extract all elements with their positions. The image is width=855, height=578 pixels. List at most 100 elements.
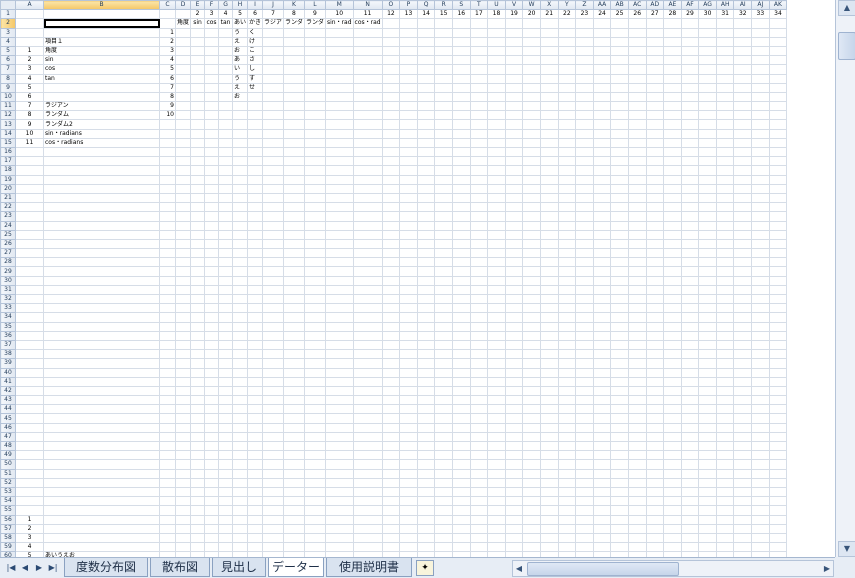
cell-m56[interactable] [324,514,354,525]
cell-z12[interactable] [575,110,594,121]
scroll-right-icon[interactable]: ▶ [821,561,833,576]
cell-ab19[interactable] [610,174,629,185]
cell-w5[interactable] [522,45,541,57]
cell-x36[interactable] [539,330,559,341]
cell-u46[interactable] [487,422,506,433]
cell-aj40[interactable] [751,367,770,378]
cell-i55[interactable] [247,505,264,516]
cell-ad57[interactable] [645,523,665,534]
cell-j40[interactable] [262,367,284,378]
cell-a39[interactable] [15,358,44,369]
cell-l46[interactable] [303,422,326,433]
column-header-ak[interactable]: AK [768,0,788,11]
cell-n30[interactable] [352,275,383,286]
cell-b44[interactable] [43,404,160,415]
cell-ab44[interactable] [610,404,629,415]
cell-s52[interactable] [451,477,471,488]
row-header[interactable]: 26 [0,238,16,250]
cell-w37[interactable] [522,339,541,351]
cell-r25[interactable] [434,229,453,240]
cell-m39[interactable] [324,358,354,369]
cell-s29[interactable] [451,266,471,277]
cell-u36[interactable] [487,330,506,341]
cell-r42[interactable] [434,385,453,397]
cell-z14[interactable] [575,128,594,139]
cell-af37[interactable] [680,339,700,351]
cell-ai56[interactable] [733,514,753,525]
cell-k39[interactable] [282,358,305,369]
cell-c36[interactable] [159,330,176,341]
cell-d2[interactable]: 角度 [174,18,192,29]
cell-o2[interactable] [381,18,401,29]
cell-aj32[interactable] [751,293,770,305]
cell-aa33[interactable] [592,303,612,314]
cell-j5[interactable] [262,45,284,57]
cell-aj6[interactable] [751,55,770,66]
cell-ak11[interactable] [768,101,788,112]
cell-ac20[interactable] [627,183,647,194]
cell-ag34[interactable] [698,312,717,323]
cell-v32[interactable] [504,293,524,305]
cell-aa54[interactable] [592,496,612,507]
cell-ah29[interactable] [715,266,735,277]
cell-d40[interactable] [174,367,192,378]
cell-k11[interactable] [282,101,305,112]
cell-m54[interactable] [324,496,354,507]
cell-a19[interactable] [15,174,44,185]
column-header-af[interactable]: AF [680,0,700,11]
cell-n44[interactable] [352,404,383,415]
cell-w50[interactable] [522,459,541,470]
cell-i52[interactable] [247,477,264,488]
cell-n36[interactable] [352,330,383,341]
cell-h32[interactable] [232,293,249,305]
cell-s41[interactable] [451,376,471,387]
cell-z52[interactable] [575,477,594,488]
cell-a31[interactable] [15,284,44,296]
cell-q57[interactable] [416,523,436,534]
cell-ai42[interactable] [733,385,753,397]
cell-t31[interactable] [469,284,489,296]
cell-aj45[interactable] [751,413,770,424]
row-header[interactable]: 47 [0,431,16,443]
cell-n10[interactable] [352,91,383,103]
cell-table[interactable]: A B C D E F G H I J K L M N O P Q R S T U V W X Y Z AA AB AC AD AE AF AG… [0,0,788,557]
cell-r39[interactable] [434,358,453,369]
cell-aa45[interactable] [592,413,612,424]
cell-u37[interactable] [487,339,506,351]
cell-z32[interactable] [575,293,594,305]
cell-af17[interactable] [680,156,700,167]
cell-aj43[interactable] [751,395,770,406]
cell-u55[interactable] [487,505,506,516]
row-header[interactable]: 29 [0,266,16,277]
cell-u27[interactable] [487,248,506,259]
cell-e45[interactable] [190,413,206,424]
cell-h58[interactable] [232,532,249,544]
cell-ad21[interactable] [645,192,665,204]
cell-o45[interactable] [381,413,401,424]
cell-t14[interactable] [469,128,489,139]
cell-ai46[interactable] [733,422,753,433]
cell-ak35[interactable] [768,321,788,332]
cell-l8[interactable] [303,73,326,84]
cell-h8[interactable]: う [232,73,249,84]
cell-aj9[interactable] [751,82,770,93]
cell-x27[interactable] [539,248,559,259]
cell-g8[interactable] [218,73,234,84]
cell-ab31[interactable] [610,284,629,296]
cell-n39[interactable] [352,358,383,369]
cell-i42[interactable] [247,385,264,397]
cell-t24[interactable] [469,220,489,231]
cell-s20[interactable] [451,183,471,194]
cell-ae27[interactable] [663,248,682,259]
cell-ag52[interactable] [698,477,717,488]
cell-ac12[interactable] [627,110,647,121]
cell-ad46[interactable] [645,422,665,433]
cell-d20[interactable] [174,183,192,194]
cell-ag21[interactable] [698,192,717,204]
cell-h45[interactable] [232,413,249,424]
cell-p52[interactable] [399,477,418,488]
cell-t50[interactable] [469,459,489,470]
cell-y43[interactable] [557,395,577,406]
cell-p37[interactable] [399,339,418,351]
cell-b57[interactable] [43,523,160,534]
